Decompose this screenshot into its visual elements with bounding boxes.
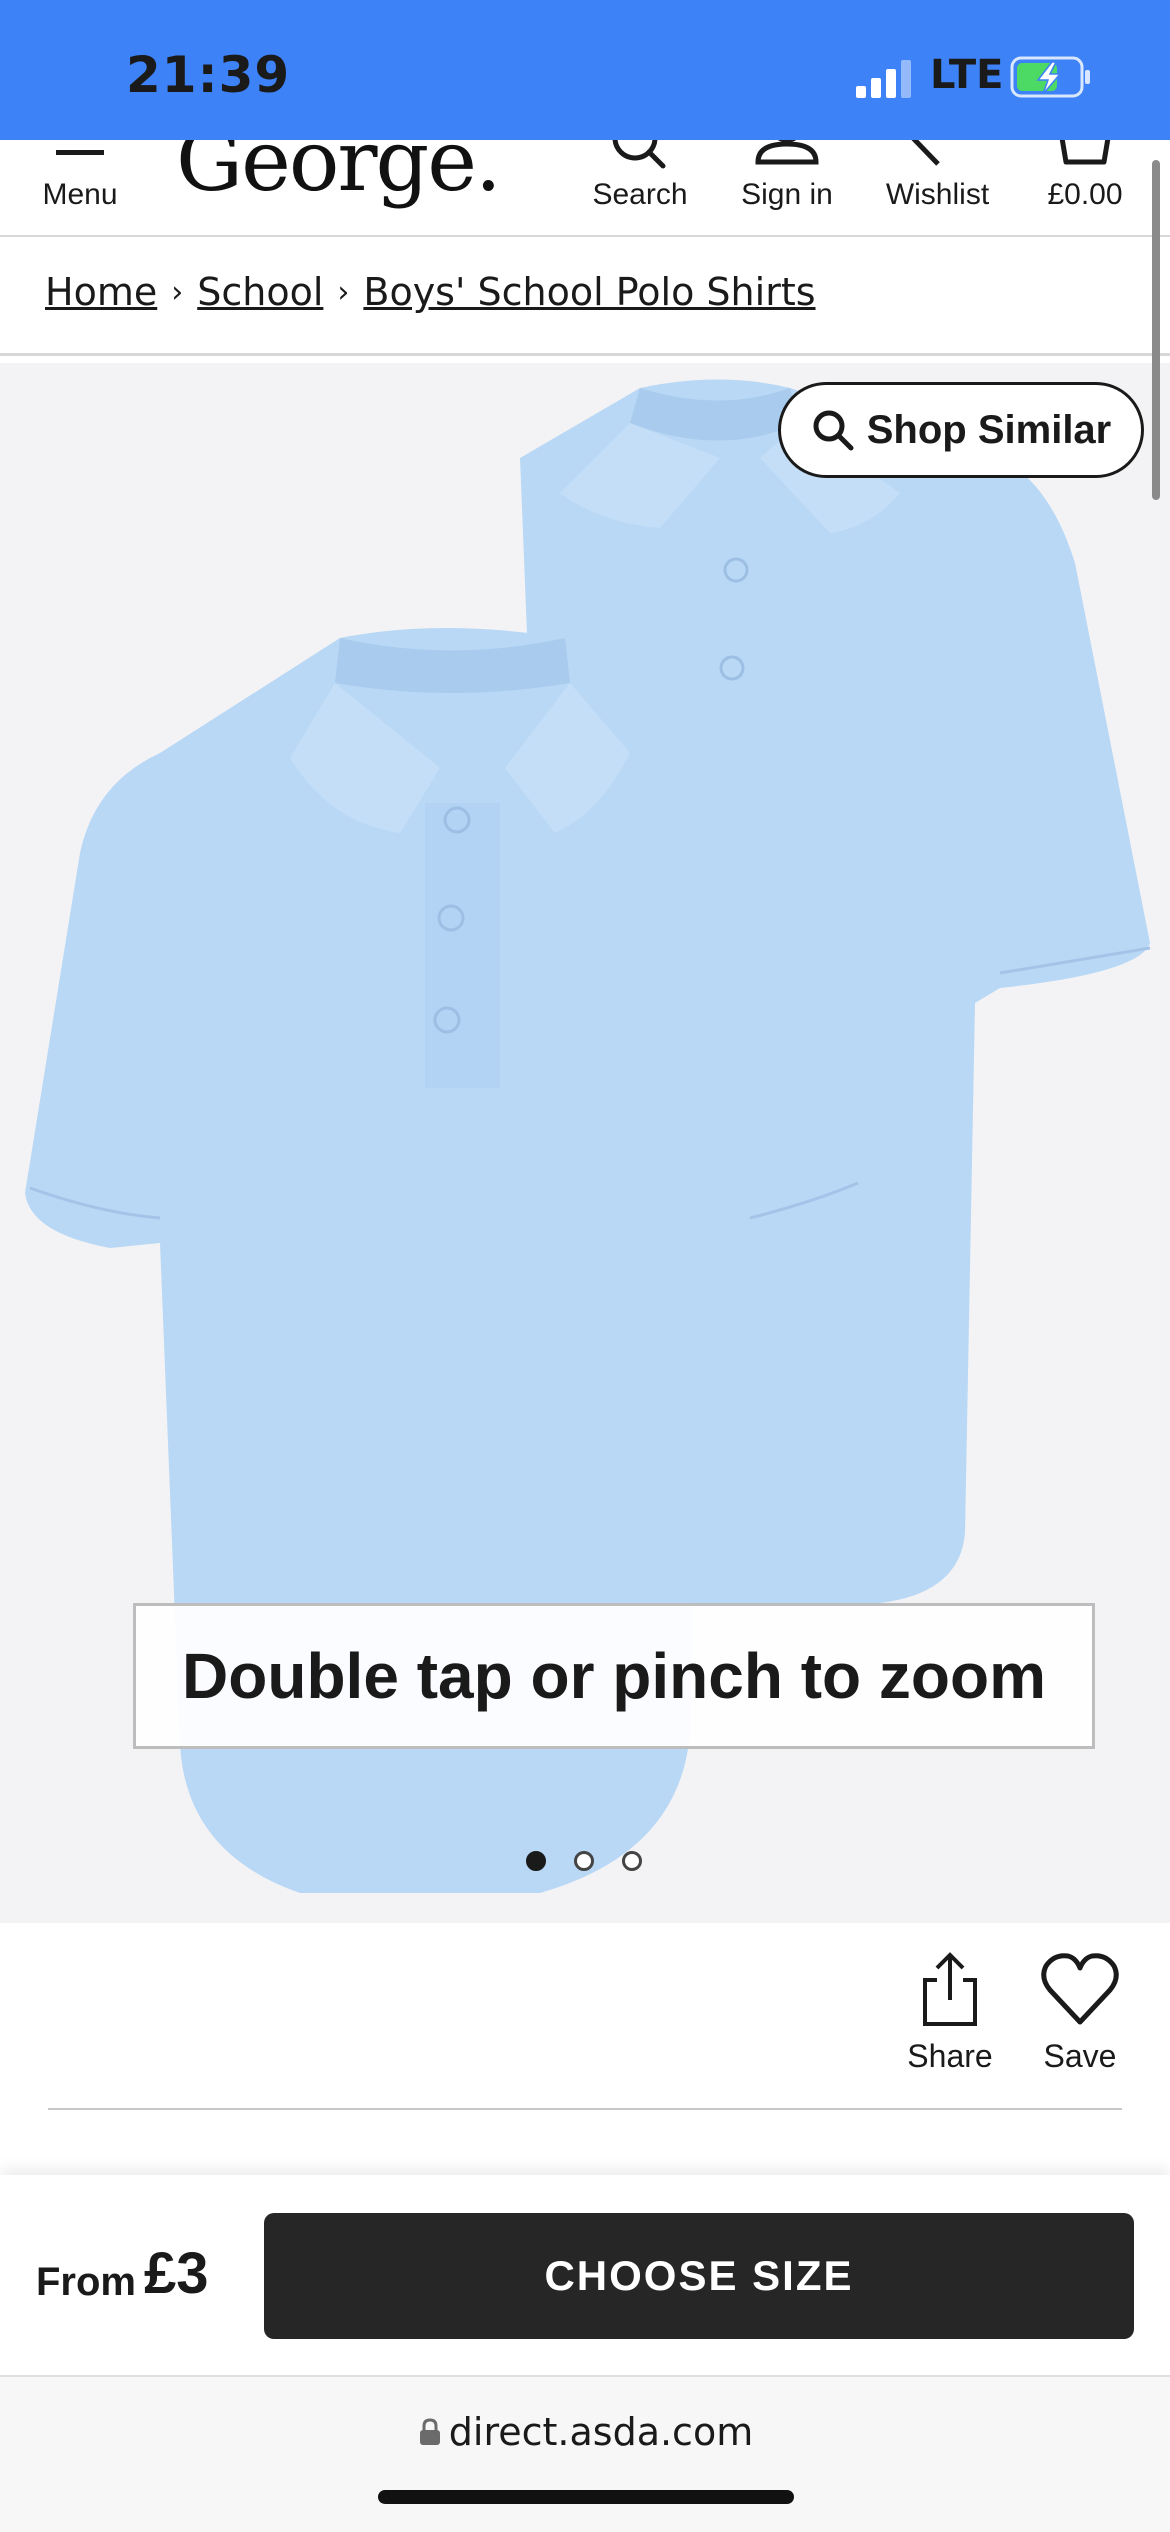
- carousel-dot-1[interactable]: [526, 1851, 546, 1871]
- george-logo[interactable]: George.: [176, 140, 502, 210]
- lock-icon: [419, 2418, 440, 2445]
- breadcrumb: Home › School › Boys' School Polo Shirts: [45, 270, 816, 314]
- heart-icon: [1041, 1953, 1119, 2025]
- breadcrumb-school[interactable]: School: [197, 270, 323, 314]
- from-label: From: [36, 2260, 136, 2304]
- url-text: direct.asda.com: [448, 2410, 754, 2454]
- wishlist-label: Wishlist: [885, 178, 990, 211]
- chevron-right-icon: ›: [337, 275, 350, 310]
- menu-button[interactable]: Menu: [20, 140, 140, 236]
- share-icon: [923, 1952, 977, 2026]
- scrollbar[interactable]: [1152, 160, 1160, 500]
- search-label: Search: [592, 178, 688, 211]
- share-label: Share: [907, 2038, 993, 2074]
- menu-label: Menu: [42, 178, 118, 211]
- basket-button[interactable]: £0.00: [1030, 140, 1140, 236]
- wishlist-button[interactable]: Wishlist: [870, 140, 1005, 236]
- url-display[interactable]: direct.asda.com: [0, 2410, 1170, 2454]
- basket-total: £0.00: [1047, 178, 1123, 211]
- home-indicator[interactable]: [378, 2490, 794, 2504]
- breadcrumb-home[interactable]: Home: [45, 270, 157, 314]
- price: £3: [144, 2241, 209, 2306]
- cellular-signal-icon: [856, 60, 911, 98]
- battery-charging-icon: [1010, 56, 1090, 98]
- chevron-right-icon: ›: [171, 275, 184, 310]
- save-label: Save: [1043, 2038, 1117, 2074]
- zoom-hint-overlay: Double tap or pinch to zoom: [133, 1603, 1095, 1749]
- search-icon: [813, 410, 854, 451]
- shop-similar-button[interactable]: Shop Similar: [778, 382, 1144, 478]
- shop-similar-label: Shop Similar: [866, 407, 1112, 452]
- actions-divider: [48, 2108, 1122, 2110]
- sign-in-button[interactable]: Sign in: [727, 140, 847, 236]
- breadcrumb-divider: [0, 353, 1170, 356]
- status-time: 21:39: [126, 46, 291, 104]
- save-button[interactable]: Save: [1030, 1950, 1130, 2075]
- share-button[interactable]: Share: [900, 1950, 1000, 2075]
- breadcrumb-current[interactable]: Boys' School Polo Shirts: [363, 270, 815, 314]
- site-header: Menu George. Search Sign in Wishlist £0.…: [0, 140, 1170, 236]
- choose-size-button[interactable]: CHOOSE SIZE: [264, 2213, 1134, 2339]
- carousel-dot-2[interactable]: [574, 1851, 594, 1871]
- header-divider: [0, 235, 1170, 237]
- search-button[interactable]: Search: [580, 140, 700, 236]
- sign-in-label: Sign in: [741, 178, 833, 211]
- carousel-dot-3[interactable]: [622, 1851, 642, 1871]
- network-type: LTE: [930, 52, 1004, 98]
